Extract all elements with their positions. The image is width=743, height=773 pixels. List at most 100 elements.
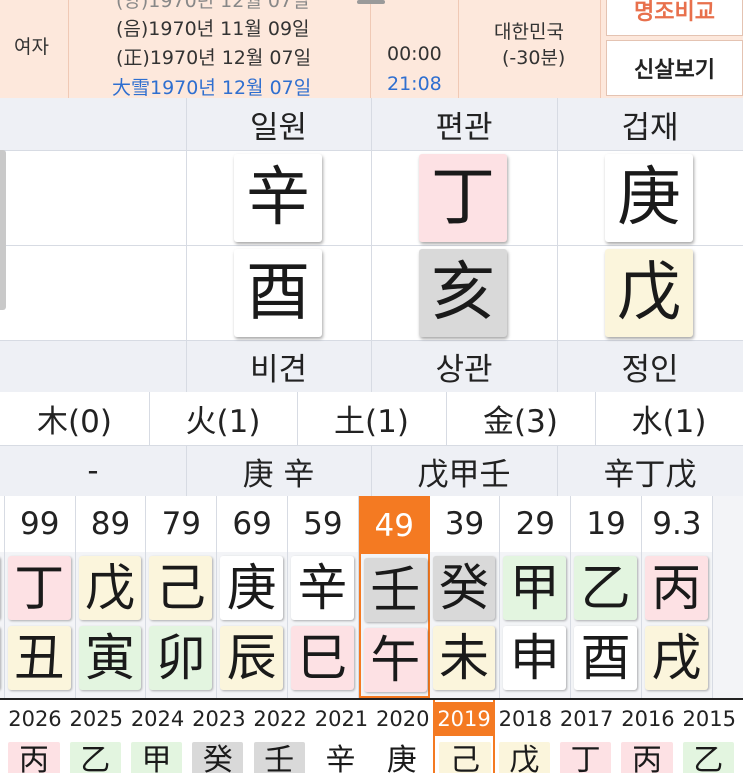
yearly-year[interactable]: 2016	[617, 702, 678, 736]
yearly-year[interactable]: 2015	[679, 702, 740, 736]
day-branch-tile[interactable]: 酉	[234, 249, 322, 337]
yearly-column[interactable]: 2026 丙	[4, 700, 65, 773]
daewoon-branch-tile[interactable]: 丑	[7, 626, 71, 690]
daewoon-age[interactable]: 49	[360, 498, 428, 554]
yearly-stem-tile[interactable]: 丁	[560, 742, 612, 773]
yearly-year[interactable]: 2021	[311, 702, 372, 736]
daewoon-branch-tile[interactable]: 午	[363, 628, 427, 692]
yearly-column[interactable]: 2020 庚	[372, 700, 433, 773]
yearly-year[interactable]: 2022	[250, 702, 311, 736]
panel-edge-handle[interactable]	[0, 150, 6, 310]
daewoon-stem-tile[interactable]: 辛	[291, 556, 354, 620]
yearly-year[interactable]: 2023	[188, 702, 249, 736]
birth-info-header: 여자 (양)1970년 12월 07일 (음)1970년 11월 09일 (正)…	[0, 0, 743, 99]
yearly-column[interactable]: 2017 丁	[556, 700, 617, 773]
daewoon-branch-tile[interactable]: 未	[432, 626, 496, 690]
daewoon-branch-tile[interactable]: 卯	[149, 626, 213, 690]
yearly-column[interactable]: 2018 戊	[495, 700, 556, 773]
year-branch-tile[interactable]: 戊	[605, 249, 693, 337]
drag-handle-icon[interactable]	[357, 0, 385, 4]
daewoon-stem-tile[interactable]: 丙	[645, 556, 708, 620]
daewoon-column[interactable]: 99 丁丑	[4, 496, 76, 698]
year-branch-role-label: 정인	[621, 351, 679, 388]
daewoon-age[interactable]: 69	[217, 496, 287, 552]
element-water-count: 水(1)	[631, 404, 707, 440]
yearly-column[interactable]: 2021 辛	[311, 700, 372, 773]
yearly-stem-tile[interactable]: 癸	[192, 742, 244, 773]
daewoon-age[interactable]: 39	[429, 496, 500, 552]
day-stem-tile[interactable]: 辛	[234, 154, 322, 242]
daewoon-column[interactable]: 89 戊寅	[75, 496, 147, 698]
yearly-stem-tile[interactable]: 乙	[69, 742, 121, 773]
yearly-year[interactable]: 2018	[495, 702, 556, 736]
daewoon-column[interactable]: 9.3 丙戌	[642, 496, 713, 698]
daewoon-branch-tile[interactable]: 申	[503, 626, 567, 690]
daewoon-stem-tile[interactable]: 甲	[503, 556, 567, 620]
yearly-column[interactable]: 2015 乙	[679, 700, 740, 773]
daewoon-branch-tile[interactable]: 辰	[220, 626, 283, 690]
yearly-stem-tile[interactable]: 乙	[682, 742, 734, 773]
daewoon-stem-tile[interactable]: 庚	[220, 556, 283, 620]
yearly-column[interactable]: 2024 甲	[127, 700, 188, 773]
daewoon-column[interactable]: 69 庚辰	[217, 496, 288, 698]
day-master-label: 일원	[249, 109, 308, 146]
daewoon-stem-tile[interactable]: 乙	[574, 556, 637, 620]
daewoon-branch-tile[interactable]: 寅	[78, 626, 142, 690]
daewoon-age[interactable]: 59	[288, 496, 358, 552]
time-offset: (-30분)	[502, 47, 566, 69]
compare-chart-button[interactable]: 명조비교	[606, 0, 743, 36]
daewoon-stem-tile[interactable]: 癸	[432, 556, 496, 620]
year-stem-role-label: 겁재	[621, 109, 679, 146]
daewoon-column[interactable]: 59 辛巳	[288, 496, 359, 698]
yearly-stem-tile[interactable]: 壬	[253, 742, 305, 773]
daewoon-column[interactable]: 29 甲申	[500, 496, 572, 698]
daewoon-stem-tile[interactable]: 己	[149, 556, 213, 620]
hidden-stems-day: 庚 辛	[242, 456, 315, 493]
yearly-column[interactable]: 2016 丙	[617, 700, 678, 773]
daewoon-age[interactable]: 29	[500, 496, 571, 552]
yearly-year[interactable]: 2020	[372, 702, 433, 736]
yearly-stem-tile[interactable]: 戊	[498, 742, 550, 773]
yearly-year[interactable]: 2026	[4, 702, 65, 736]
yearly-stem-tile[interactable]: 丙	[8, 742, 60, 773]
year-stem-tile[interactable]: 庚	[605, 154, 693, 242]
daewoon-branch-tile[interactable]: 酉	[574, 626, 637, 690]
yearly-column[interactable]: 2022 壬	[250, 700, 311, 773]
yearly-stem-tile[interactable]: 己	[439, 742, 491, 773]
yearly-stem-tile[interactable]: 甲	[130, 742, 183, 773]
sinsal-view-button[interactable]: 신살보기	[606, 40, 743, 96]
country-label: 대한민국	[494, 21, 564, 43]
daewoon-age[interactable]: 89	[75, 496, 146, 552]
daewoon-age[interactable]: 79	[146, 496, 217, 552]
hidden-stems-month: 戊甲壬	[417, 456, 511, 493]
yearly-stem-tile[interactable]: 辛	[314, 742, 367, 773]
yearly-column[interactable]: 2025 乙	[66, 700, 127, 773]
element-fire-count: 火(1)	[185, 404, 261, 440]
yearly-year[interactable]: 2017	[556, 702, 617, 736]
daewoon-column[interactable]: 39 癸未	[429, 496, 501, 698]
daewoon-age[interactable]: 109	[0, 496, 4, 552]
term-time: 21:08	[387, 73, 442, 95]
month-stem-tile[interactable]: 丁	[419, 154, 507, 242]
daewoon-age[interactable]: 19	[571, 496, 641, 552]
daewoon-column[interactable]: 19 乙酉	[571, 496, 642, 698]
daewoon-stem-tile[interactable]: 壬	[363, 558, 427, 622]
yearly-year[interactable]: 2024	[127, 702, 188, 736]
yearly-stem-tile[interactable]: 丙	[621, 742, 673, 773]
daewoon-branch-tile[interactable]: 戌	[645, 626, 708, 690]
daewoon-column[interactable]: 79 己卯	[146, 496, 218, 698]
daewoon-stem-tile[interactable]: 丁	[7, 556, 71, 620]
daewoon-age[interactable]: 99	[4, 496, 75, 552]
month-branch-tile[interactable]: 亥	[419, 249, 507, 337]
daewoon-branch-tile[interactable]: 巳	[291, 626, 354, 690]
daewoon-table: 109丙子99丁丑89戊寅79己卯69庚辰59辛巳49壬午39癸未29甲申19乙…	[0, 496, 743, 698]
yearly-stem-tile[interactable]: 庚	[376, 742, 428, 773]
lunar-date: (음)1970년 11월 09일	[116, 18, 310, 40]
daewoon-stem-tile[interactable]: 戊	[78, 556, 142, 620]
daewoon-age[interactable]: 9.3	[642, 496, 712, 552]
yearly-column[interactable]: 2023 癸	[188, 700, 249, 773]
yearly-column[interactable]: 2019 己	[433, 700, 495, 773]
yearly-year[interactable]: 2019	[435, 702, 493, 736]
yearly-year[interactable]: 2025	[66, 702, 127, 736]
daewoon-column[interactable]: 49 壬午	[358, 496, 430, 698]
